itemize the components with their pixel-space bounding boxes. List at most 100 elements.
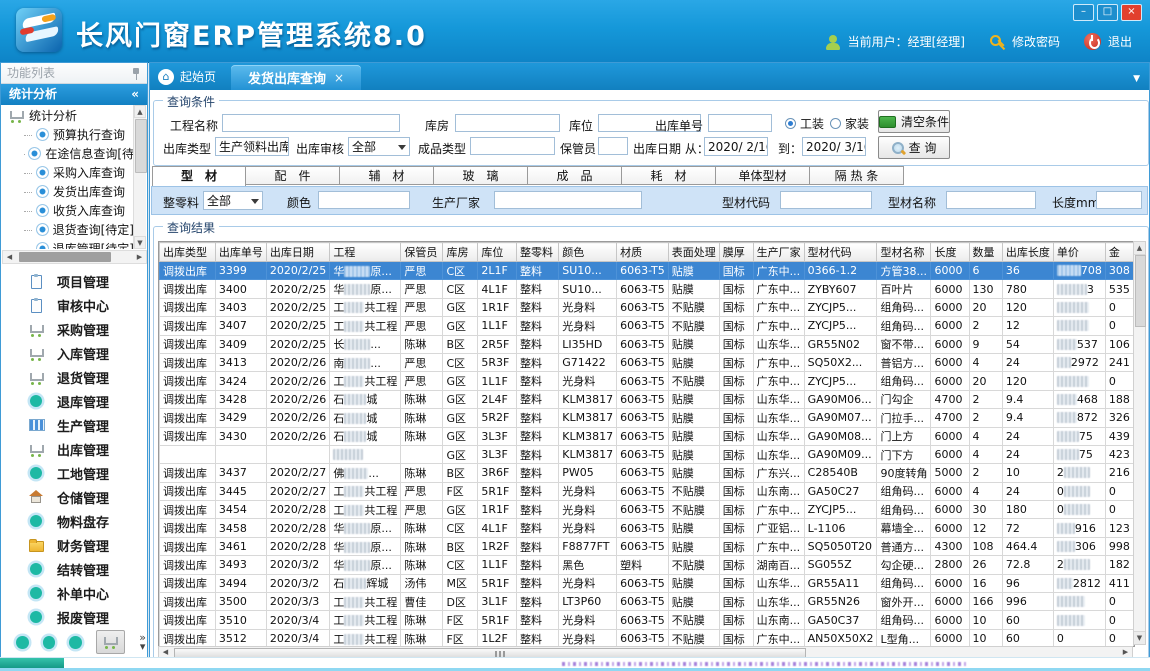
sidebar-menu-item[interactable]: 采购管理 xyxy=(2,317,146,341)
change-password-link[interactable]: 修改密码 xyxy=(1012,33,1060,50)
table-row[interactable]: 调拨出库34282020/2/26石城陈琳G区2L4F整料KLM38176063… xyxy=(160,390,1134,408)
column-header[interactable]: 数量 xyxy=(969,243,1002,262)
tab-shipment-outbound-query[interactable]: 发货出库查询 × xyxy=(231,65,361,90)
clear-conditions-button[interactable]: 清空条件 xyxy=(878,110,950,133)
tree-item[interactable]: 发货出库查询 xyxy=(2,182,134,201)
tree-item[interactable]: 退货查询[待定] xyxy=(2,220,134,239)
sidebar-menu-item[interactable]: 工地管理 xyxy=(2,461,146,485)
module-cart-button[interactable] xyxy=(96,630,125,654)
column-header[interactable]: 型材代码 xyxy=(804,243,877,262)
column-header[interactable]: 金 xyxy=(1105,243,1133,262)
column-header[interactable]: 生产厂家 xyxy=(753,243,804,262)
tab-list-dropdown-icon[interactable]: ▼ xyxy=(1133,74,1140,84)
keeper-input[interactable] xyxy=(598,137,628,155)
table-row[interactable]: 调拨出库35122020/3/4工共工程陈琳F区1L2F整料光身料6063-T5… xyxy=(160,629,1134,647)
date-to-select[interactable]: 2020/ 3/16 xyxy=(802,137,866,156)
sidebar-menu-item[interactable]: 退货管理 xyxy=(2,365,146,389)
material-tab[interactable]: 玻 璃 xyxy=(434,166,528,185)
column-header[interactable]: 长度 xyxy=(931,243,969,262)
search-button[interactable]: 查 询 xyxy=(878,136,950,159)
column-header[interactable]: 出库日期 xyxy=(266,243,330,262)
warehouse-input[interactable] xyxy=(455,114,560,132)
project-name-input[interactable] xyxy=(222,114,400,132)
sidebar-menu-item[interactable]: 项目管理 xyxy=(2,269,146,293)
order-no-input[interactable] xyxy=(708,114,772,132)
tree-horizontal-scrollbar[interactable]: ◀ ▶ xyxy=(2,250,147,264)
sidebar-menu-item[interactable]: 报废管理 xyxy=(2,605,146,629)
material-tab[interactable]: 耗 材 xyxy=(622,166,716,185)
product-type-input[interactable] xyxy=(470,137,555,155)
table-row[interactable]: 调拨出库33992020/2/25华原...严思C区2L1F整料SU10...6… xyxy=(160,262,1134,280)
maximize-button[interactable]: □ xyxy=(1097,4,1118,21)
scroll-down-icon[interactable]: ▼ xyxy=(1134,631,1145,644)
tree-item[interactable]: 收货入库查询 xyxy=(2,201,134,220)
radio-work-clothing[interactable]: 工装 xyxy=(785,115,824,132)
material-tab[interactable]: 隔 热 条 xyxy=(810,166,904,185)
table-row[interactable]: 调拨出库34032020/2/25工共工程严思G区1R1F整料光身料6063-T… xyxy=(160,298,1134,316)
sidebar-menu-item[interactable]: 财务管理 xyxy=(2,533,146,557)
profile-code-input[interactable] xyxy=(780,191,872,209)
column-header[interactable]: 保管员 xyxy=(401,243,443,262)
logout-link[interactable]: 退出 xyxy=(1108,33,1132,50)
whole-part-select[interactable]: 全部 xyxy=(203,191,263,210)
table-row[interactable]: 调拨出库35102020/3/4工共工程陈琳F区5R1F整料光身料6063-T5… xyxy=(160,611,1134,629)
table-row[interactable]: 调拨出库34072020/2/25工共工程严思G区1L1F整料光身料6063-T… xyxy=(160,317,1134,335)
module-circle-icon[interactable] xyxy=(16,636,29,649)
column-header[interactable]: 型材名称 xyxy=(877,243,931,262)
column-header[interactable]: 颜色 xyxy=(559,243,617,262)
column-header[interactable]: 单价 xyxy=(1053,243,1105,262)
tree-item[interactable]: 采购入库查询 xyxy=(2,163,134,182)
table-row[interactable]: 调拨出库34292020/2/26石城陈琳G区5R2F整料KLM38176063… xyxy=(160,409,1134,427)
material-tab[interactable]: 配 件 xyxy=(246,166,340,185)
column-header[interactable]: 出库长度 xyxy=(1002,243,1053,262)
material-tab[interactable]: 型 材 xyxy=(152,166,246,187)
sidebar-menu-item[interactable]: 退库管理 xyxy=(2,389,146,413)
material-tab[interactable]: 辅 材 xyxy=(340,166,434,185)
manufacturer-input[interactable] xyxy=(494,191,642,209)
sidebar-menu-item[interactable]: 结转管理 xyxy=(2,557,146,581)
column-header[interactable]: 出库单号 xyxy=(215,243,266,262)
table-row[interactable]: 调拨出库34372020/2/27佛...陈琳B区3R6F整料PW056063-… xyxy=(160,464,1134,482)
column-header[interactable]: 表面处理 xyxy=(668,243,719,262)
radio-home-decoration[interactable]: 家装 xyxy=(830,115,869,132)
length-input[interactable] xyxy=(1096,191,1142,209)
scroll-left-icon[interactable]: ◀ xyxy=(3,251,16,263)
table-row[interactable]: G区3L3F整料KLM38176063-T5贴膜国标山东华...GA90M09.… xyxy=(160,445,1134,463)
collapse-icon[interactable]: « xyxy=(131,84,139,105)
table-row[interactable]: 调拨出库34092020/2/25长...陈琳B区2R5F整料LI35HD606… xyxy=(160,335,1134,353)
scrollbar-thumb[interactable] xyxy=(19,252,111,262)
scrollbar-thumb[interactable] xyxy=(135,119,147,173)
table-row[interactable]: 调拨出库34132020/2/26南...严思C区5R3F整料G71422606… xyxy=(160,353,1134,371)
tree-root-item[interactable]: 统计分析 xyxy=(2,105,134,125)
scroll-right-icon[interactable]: ▶ xyxy=(133,251,146,263)
table-row[interactable]: 调拨出库34582020/2/28华原...陈琳C区4L1F整料光身料6063-… xyxy=(160,519,1134,537)
table-row[interactable]: 调拨出库35002020/3/3工共工程曹佳D区3L1F整料LT3P606063… xyxy=(160,593,1134,611)
sidebar-menu-item[interactable]: 补单中心 xyxy=(2,581,146,605)
column-header[interactable]: 整零料 xyxy=(516,243,558,262)
pin-icon[interactable] xyxy=(131,68,141,80)
column-header[interactable]: 库房 xyxy=(443,243,478,262)
minimize-button[interactable]: – xyxy=(1073,4,1094,21)
table-row[interactable]: 调拨出库34942020/3/2石辉城汤伟M区5R1F整料光身料6063-T5贴… xyxy=(160,574,1134,592)
profile-name-input[interactable] xyxy=(946,191,1036,209)
table-row[interactable]: 调拨出库34002020/2/25华原...严思C区4L1F整料SU10...6… xyxy=(160,280,1134,298)
module-circle-icon[interactable] xyxy=(69,636,82,649)
outbound-type-select[interactable]: 生产领料出库 xyxy=(215,137,289,156)
table-row[interactable]: 调拨出库34452020/2/27工共工程严思F区5R1F整料光身料6063-T… xyxy=(160,482,1134,500)
tree-item[interactable]: 预算执行查询 xyxy=(2,125,134,144)
statistics-section-header[interactable]: 统计分析 « xyxy=(1,84,147,105)
table-row[interactable]: 调拨出库34302020/2/26石城陈琳G区3L3F整料KLM38176063… xyxy=(160,427,1134,445)
column-header[interactable]: 出库类型 xyxy=(160,243,216,262)
column-header[interactable]: 膜厚 xyxy=(719,243,753,262)
sidebar-menu-item[interactable]: 审核中心 xyxy=(2,293,146,317)
tab-home[interactable]: ⌂ 起始页 xyxy=(158,68,216,85)
table-row[interactable]: 调拨出库34932020/3/2华原...陈琳C区1L1F整料黑色塑料不贴膜国标… xyxy=(160,556,1134,574)
tree-item[interactable]: 退库管理[待定] xyxy=(2,239,134,249)
table-row[interactable]: 调拨出库34542020/2/28工共工程严思G区1R1F整料光身料6063-T… xyxy=(160,501,1134,519)
material-tab[interactable]: 单体型材 xyxy=(716,166,810,185)
scroll-up-icon[interactable]: ▲ xyxy=(1134,242,1145,255)
sidebar-menu-item[interactable]: 出库管理 xyxy=(2,437,146,461)
sidebar-menu-item[interactable]: 物料盘存 xyxy=(2,509,146,533)
scrollbar-thumb[interactable] xyxy=(1135,255,1146,327)
table-row[interactable]: 调拨出库34242020/2/26工共工程严思G区1L1F整料光身料6063-T… xyxy=(160,372,1134,390)
